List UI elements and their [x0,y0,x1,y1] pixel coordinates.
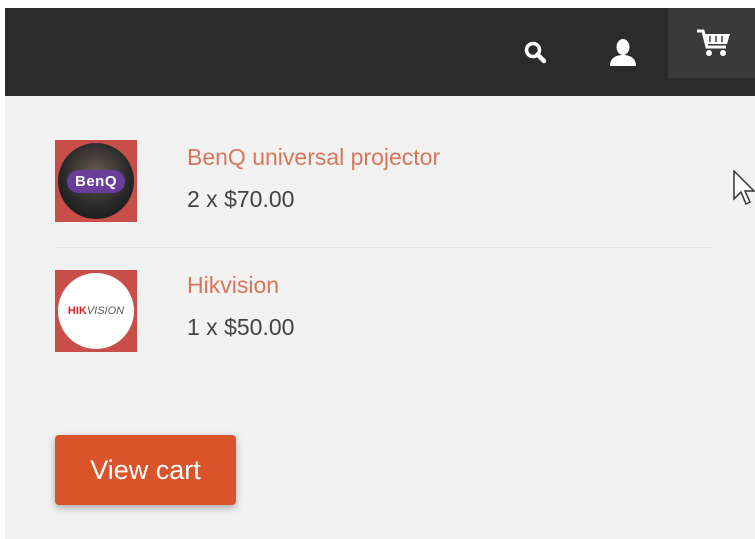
product-thumbnail[interactable]: BenQ [55,140,137,222]
cart-dropdown: BenQ BenQ universal projector 2 x $70.00… [5,96,755,539]
cart-icon [697,29,730,56]
quantity-price: 2 x $70.00 [187,186,295,212]
mouse-cursor-icon [733,170,755,206]
quantity-price: 1 x $50.00 [187,314,295,340]
item-divider [55,247,711,248]
user-icon [610,39,636,66]
view-cart-button[interactable]: View cart [55,435,236,505]
cart-item: BenQ BenQ universal projector 2 x $70.00 [5,134,755,234]
product-thumbnail[interactable]: HIKVISION [55,270,137,352]
product-name-link[interactable]: Hikvision [187,272,279,299]
hikvision-logo-icon: HIKVISION [58,273,134,349]
benq-logo-icon: BenQ [58,143,134,219]
account-button[interactable] [601,8,645,96]
product-name-link[interactable]: BenQ universal projector [187,144,440,171]
cart-item: HIKVISION Hikvision 1 x $50.00 [5,264,755,364]
search-icon [524,41,547,64]
cart-button[interactable] [668,8,755,78]
search-button[interactable] [513,8,557,96]
top-header [5,8,755,96]
